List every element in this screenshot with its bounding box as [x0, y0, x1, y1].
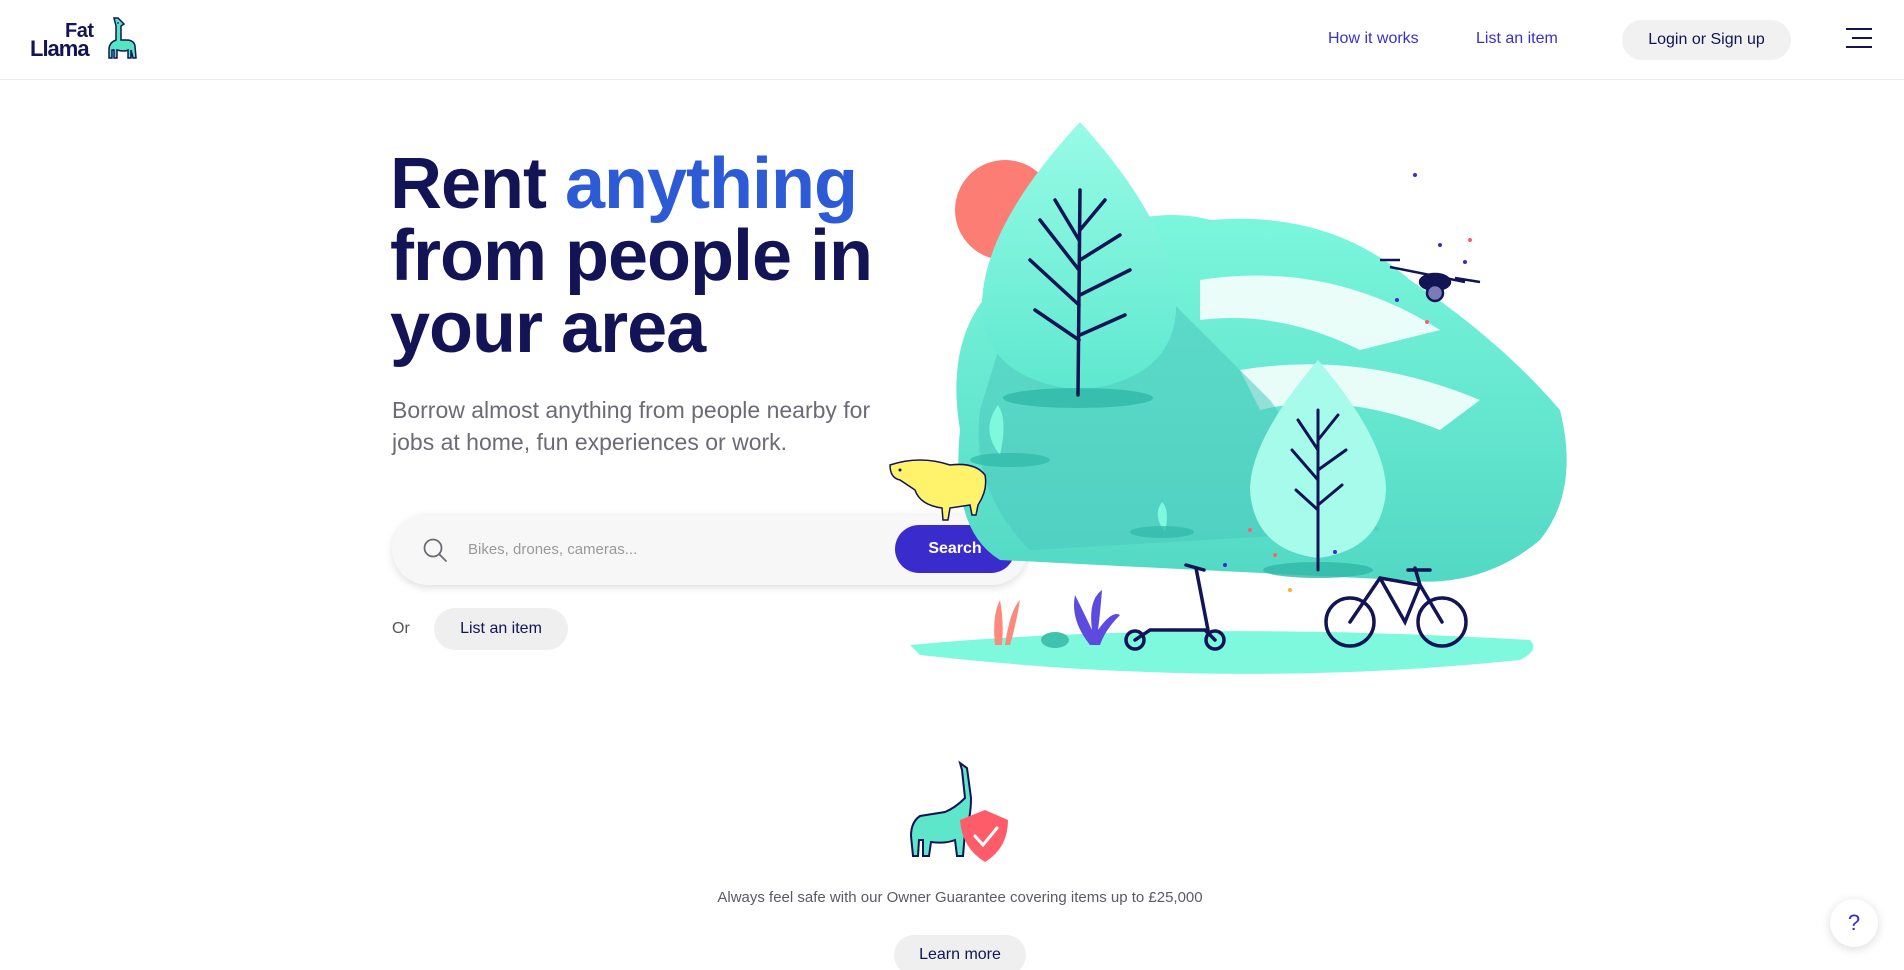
hero-title-accent: anything	[565, 144, 858, 224]
llama-shield-icon	[909, 760, 1008, 862]
or-label: Or	[392, 620, 410, 637]
hero-title-part1: Rent	[390, 144, 565, 224]
rock	[1041, 632, 1069, 648]
hero-illustration	[889, 122, 1567, 674]
llama-figure	[889, 459, 987, 521]
confetti-dot	[1288, 588, 1292, 592]
confetti-dot	[1463, 260, 1467, 264]
confetti-dot	[1273, 553, 1277, 557]
login-signup-button[interactable]: Login or Sign up	[1622, 20, 1791, 60]
search-icon	[423, 538, 447, 562]
leaf-shadow	[970, 453, 1050, 467]
list-an-item-button[interactable]: List an item	[434, 608, 568, 650]
confetti-dot	[1223, 563, 1227, 567]
help-button[interactable]: ?	[1830, 899, 1878, 947]
search-input[interactable]	[468, 531, 868, 567]
confetti-dot	[1413, 173, 1417, 177]
ground-island	[910, 631, 1534, 674]
llama-logo-icon	[108, 17, 137, 59]
owner-guarantee-text: Always feel safe with our Owner Guarante…	[717, 889, 1203, 906]
hero-title: Rent anything from people in your area	[390, 148, 910, 364]
site-header: Fat Llama How it works List an item Logi…	[0, 0, 1904, 80]
confetti-dot	[1248, 528, 1252, 532]
confetti-dot	[1468, 238, 1472, 242]
confetti-dot	[1333, 550, 1337, 554]
hero-subtitle: Borrow almost anything from people nearb…	[392, 397, 871, 455]
menu-icon[interactable]	[1846, 28, 1872, 50]
hero-title-part2: from people in your area	[390, 216, 873, 368]
menu-line	[1846, 28, 1872, 30]
learn-more-button[interactable]: Learn more	[894, 935, 1026, 970]
nav-how-it-works[interactable]: How it works	[1328, 30, 1419, 48]
menu-line	[1852, 37, 1872, 39]
confetti-dot	[1425, 320, 1429, 324]
confetti-dot	[1438, 243, 1442, 247]
logo-text-llama: Llama	[30, 36, 90, 61]
confetti-dot	[1395, 298, 1399, 302]
nav-list-an-item[interactable]: List an item	[1476, 30, 1558, 48]
menu-line	[1846, 46, 1872, 48]
fat-llama-logo[interactable]: Fat Llama	[30, 16, 140, 62]
leaf-shadow	[1130, 526, 1194, 538]
